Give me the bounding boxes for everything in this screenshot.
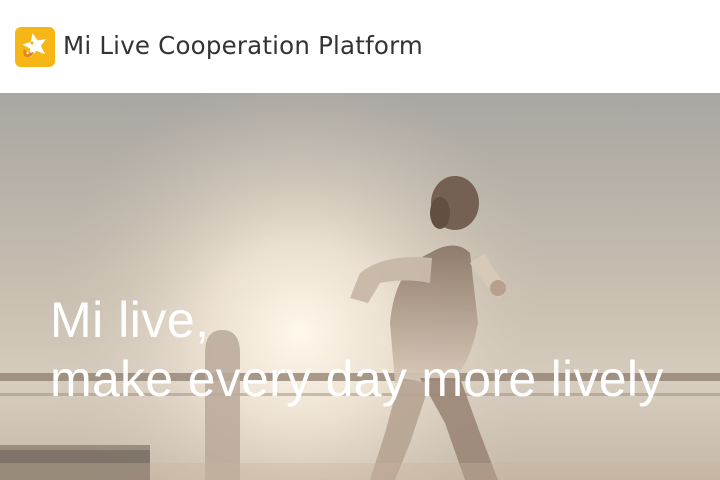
runner-at-sunrise-image	[0, 93, 720, 480]
slogan-line-2: make every day more lively	[50, 351, 664, 407]
mi-live-logo-icon[interactable]	[15, 27, 55, 67]
slogan-line-1: Mi live,	[50, 292, 210, 348]
app-title: Mi Live Cooperation Platform	[63, 31, 423, 60]
top-header: Mi Live Cooperation Platform	[0, 0, 720, 93]
hero-banner: Mi live, make every day more lively	[0, 93, 720, 480]
hero-slogan: Mi live, make every day more lively	[50, 291, 664, 409]
